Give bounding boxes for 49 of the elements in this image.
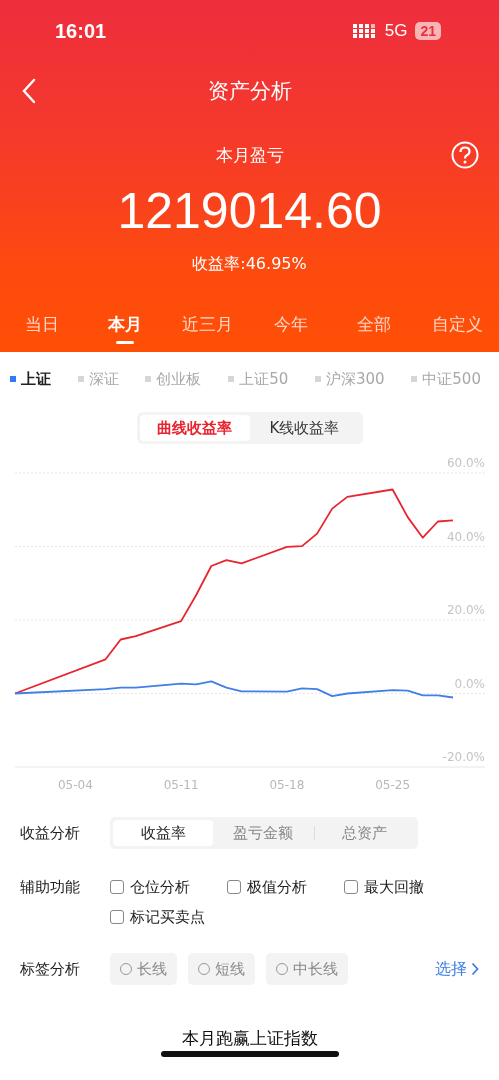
signal-icon (352, 24, 377, 38)
tag-option[interactable]: 长线 (110, 953, 177, 985)
page-title: 资产分析 (206, 78, 293, 105)
x-axis-label: 05-04 (58, 778, 93, 792)
checkbox-option[interactable]: 仓位分析 (110, 872, 227, 902)
period-tab[interactable]: 今年 (249, 304, 333, 344)
period-tab[interactable]: 当日 (0, 304, 84, 344)
y-axis-label: 60.0% (446, 456, 485, 470)
x-axis-label: 05-25 (375, 778, 410, 792)
help-icon[interactable] (451, 141, 479, 169)
metric-tab[interactable]: 总资产 (314, 820, 415, 846)
y-axis-label: -20.0% (442, 750, 485, 764)
y-axis-label: 20.0% (446, 603, 485, 617)
select-link[interactable]: 选择 (435, 958, 479, 980)
summary-label: 本月盈亏 (214, 143, 285, 167)
y-axis-label: 0.0% (454, 676, 485, 691)
section-label: 收益分析 (20, 823, 81, 844)
x-axis-label: 05-11 (163, 778, 199, 792)
x-axis-label: 05-18 (269, 778, 305, 792)
index-legend-item[interactable]: 沪深300 (314, 369, 385, 389)
profit-amount: 1219014.60 (116, 182, 383, 240)
index-legend-item[interactable]: 上证50 (228, 369, 289, 389)
section-label: 辅助功能 (20, 877, 81, 898)
battery-level: 21 (415, 22, 441, 40)
network-type: 5G (384, 21, 408, 41)
period-tab[interactable]: 自定义 (415, 304, 499, 344)
y-axis-label: 40.0% (446, 529, 485, 544)
index-legend-item[interactable]: 深证 (77, 369, 119, 389)
status-time: 16:01 (55, 19, 107, 43)
chevron-right-icon (471, 962, 479, 976)
index-legend-item[interactable]: 中证500 (411, 369, 481, 389)
checkbox-option[interactable]: 极值分析 (227, 872, 344, 902)
section-label: 标签分析 (20, 959, 81, 980)
period-tab[interactable]: 近三月 (166, 304, 250, 344)
period-tab[interactable]: 全部 (332, 304, 416, 344)
index-legend-item[interactable]: 上证 (10, 369, 51, 389)
section-title: 本月跑赢上证指数 (181, 1027, 318, 1049)
metric-tab[interactable]: 盈亏金额 (213, 820, 314, 846)
index-legend-item[interactable]: 创业板 (145, 369, 202, 389)
back-icon[interactable] (22, 78, 36, 104)
return-rate: 收益率:46.95% (191, 253, 308, 275)
period-tab[interactable]: 本月 (83, 304, 167, 344)
chart-mode-tab[interactable]: 曲线收益率 (139, 415, 250, 441)
checkbox-option[interactable]: 最大回撤 (344, 872, 479, 902)
checkbox-option[interactable]: 标记买卖点 (110, 902, 227, 932)
tag-option[interactable]: 中长线 (266, 953, 348, 985)
metric-tab[interactable]: 收益率 (113, 820, 214, 846)
chart-mode-tab[interactable]: K线收益率 (249, 415, 360, 441)
tag-option[interactable]: 短线 (188, 953, 255, 985)
